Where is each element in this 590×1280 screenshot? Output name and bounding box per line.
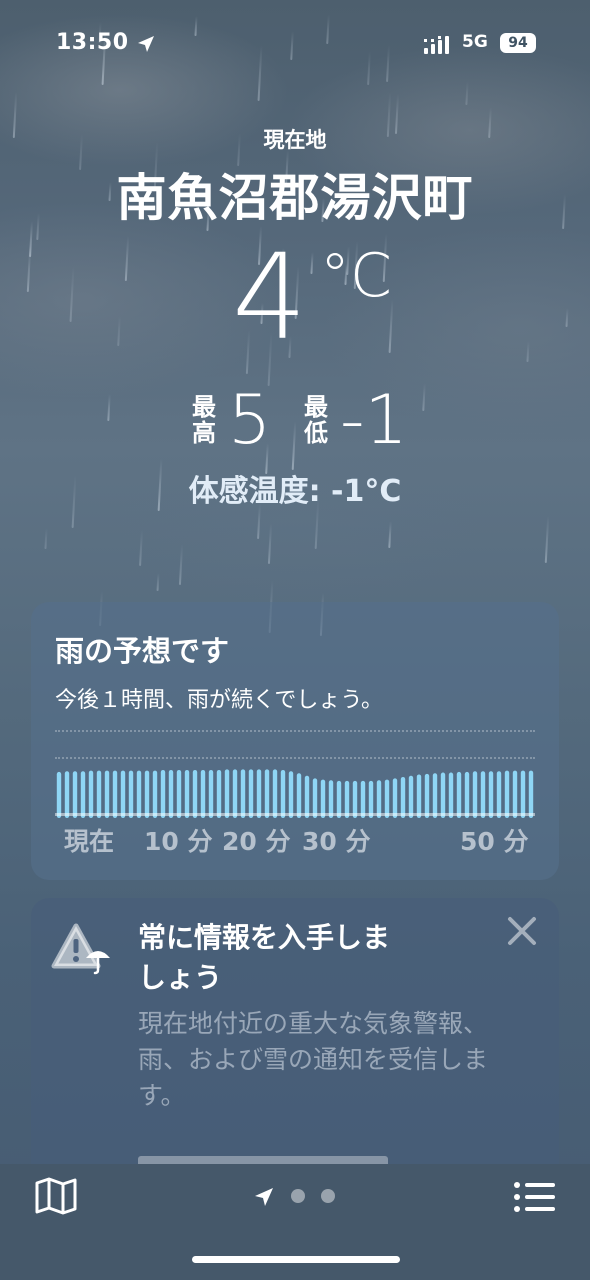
- rain-bar: [296, 773, 302, 818]
- rain-bar: [432, 773, 438, 818]
- list-icon[interactable]: [513, 1180, 557, 1214]
- rain-bar: [208, 770, 214, 818]
- rain-bar: [88, 770, 94, 818]
- rain-bar: [80, 771, 86, 818]
- rain-bar: [72, 771, 78, 818]
- rain-bar: [176, 770, 182, 818]
- rain-bar: [272, 769, 278, 818]
- rain-bar: [304, 775, 310, 818]
- rain-bar: [168, 770, 174, 818]
- city-name: 南魚沼郡湯沢町: [116, 169, 474, 227]
- high-label: 最 高: [192, 393, 216, 447]
- rain-bar: [424, 773, 430, 818]
- rain-bar: [416, 774, 422, 818]
- rain-bar: [264, 769, 270, 818]
- rain-streak: [139, 529, 143, 567]
- rain-bar: [456, 771, 462, 818]
- rain-intensity-chart: [56, 769, 534, 818]
- temperature-value: 4: [232, 228, 308, 366]
- rain-bar: [520, 770, 526, 818]
- rain-bar: [408, 775, 414, 818]
- rain-bar: [256, 769, 262, 818]
- rain-streak: [465, 80, 469, 106]
- close-icon[interactable]: [505, 914, 539, 948]
- low-label: 最 低: [304, 393, 328, 447]
- rain-bar: [224, 769, 230, 818]
- rain-streak: [178, 543, 183, 586]
- high-low: 最 高 5 最 低 -1: [0, 386, 590, 456]
- rain-bar: [184, 770, 190, 818]
- low-value: -1: [340, 381, 408, 460]
- rain-bar: [56, 771, 62, 818]
- warning-umbrella-icon: [51, 923, 110, 975]
- rain-bar: [528, 770, 534, 818]
- current-temperature: 4 °C: [0, 232, 590, 362]
- status-bar: 13:50 5G 94: [0, 28, 590, 62]
- rain-bar: [480, 771, 486, 818]
- rain-bar: [240, 769, 246, 818]
- high-value: 5: [228, 381, 272, 460]
- rain-streak: [156, 572, 159, 592]
- location-arrow-icon: [138, 36, 154, 52]
- tick-50: 50 分: [460, 827, 529, 856]
- rain-bar: [64, 771, 70, 818]
- tick-30: 30 分: [302, 827, 371, 856]
- rain-bar: [136, 770, 142, 818]
- rain-streak: [544, 515, 549, 564]
- rain-bar: [488, 771, 494, 818]
- rain-bar: [128, 770, 134, 818]
- location-label: 現在地: [263, 128, 327, 152]
- rain-bar: [192, 770, 198, 818]
- tick-20: 20 分: [222, 827, 291, 856]
- alert-title: 常に情報を入手しましょう: [138, 921, 391, 994]
- rain-card-subtitle: 今後１時間、雨が続くでしょう。: [55, 688, 384, 713]
- chart-baseline: [55, 813, 535, 816]
- rain-bar: [96, 770, 102, 818]
- rain-bar: [400, 777, 406, 818]
- current-location-page-icon[interactable]: [253, 1186, 275, 1208]
- map-icon[interactable]: [34, 1176, 78, 1216]
- rain-bar: [496, 771, 502, 818]
- rain-bar: [152, 770, 158, 818]
- page-dot-2[interactable]: [291, 1189, 305, 1203]
- home-indicator[interactable]: [192, 1256, 400, 1263]
- rain-bar: [216, 770, 222, 818]
- rain-bar: [448, 772, 454, 818]
- status-time: 13:50: [56, 30, 129, 55]
- rain-bar: [472, 771, 478, 818]
- signal-icon: [424, 36, 449, 54]
- rain-streak: [44, 527, 48, 550]
- rain-bar: [504, 770, 510, 818]
- rain-bar: [280, 770, 286, 818]
- location-header: 現在地 南魚沼郡湯沢町: [0, 124, 590, 230]
- degree-unit: °C: [320, 241, 392, 311]
- rain-bar: [512, 770, 518, 818]
- tick-10: 10 分: [144, 827, 213, 856]
- network-type: 5G: [462, 32, 488, 52]
- rain-bar: [120, 770, 126, 818]
- rain-bar: [440, 772, 446, 818]
- rain-streak: [388, 520, 392, 549]
- rain-bar: [112, 770, 118, 818]
- rain-bar: [288, 771, 294, 818]
- feels-like: 体感温度: -1°C: [188, 474, 402, 509]
- rain-bar: [464, 771, 470, 818]
- rain-bar: [232, 769, 238, 818]
- page-dot-3[interactable]: [321, 1189, 335, 1203]
- rain-bar: [144, 770, 150, 818]
- chart-gridline-top: [55, 730, 535, 732]
- rain-bar: [160, 770, 166, 818]
- rain-card-title: 雨の予想です: [55, 634, 230, 668]
- rain-streak: [267, 522, 272, 565]
- alert-body: 現在地付近の重大な気象警報、雨、および雪の通知を受信します。: [138, 1009, 489, 1110]
- battery-level: 94: [500, 33, 536, 53]
- rain-bar: [200, 770, 206, 818]
- rain-bar: [104, 770, 110, 818]
- rain-bar: [248, 769, 254, 818]
- tick-now: 現在: [64, 827, 115, 856]
